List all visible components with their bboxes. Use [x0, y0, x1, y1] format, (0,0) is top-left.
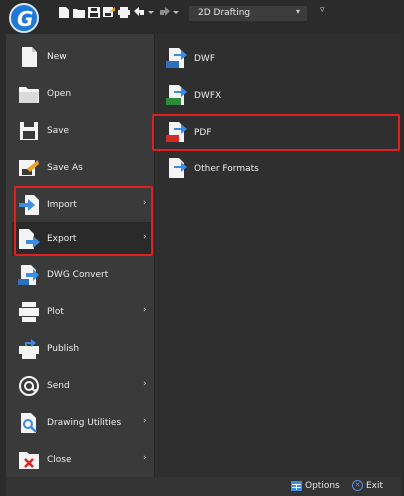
close-circle-icon: ✕ — [352, 480, 363, 491]
submenu-arrow-icon: › — [143, 305, 147, 315]
plot-icon — [18, 301, 40, 323]
submenu-arrow-icon: › — [143, 232, 147, 242]
redo-dropdown-icon[interactable] — [172, 7, 180, 18]
submenu-item-label: PDF — [194, 128, 212, 138]
other-formats-icon — [166, 157, 188, 179]
application-menu: New Open Save Save As Import › Export › … — [6, 34, 401, 477]
submenu-item-pdf[interactable]: PDF — [161, 116, 401, 149]
customize-toolbar-icon[interactable]: ▿ — [320, 5, 325, 15]
menu-item-label: Plot — [47, 307, 64, 317]
new-file-icon — [18, 46, 40, 68]
drawing-utilities-icon — [18, 412, 40, 434]
menu-item-label: Save As — [47, 163, 83, 173]
save-as-icon[interactable] — [103, 7, 115, 18]
menu-item-label: Export — [47, 234, 77, 244]
app-logo-icon[interactable]: G — [9, 3, 39, 33]
menu-item-new[interactable]: New — [12, 40, 152, 74]
redo-icon[interactable] — [158, 7, 170, 18]
menu-item-export[interactable]: Export › — [12, 222, 152, 256]
submenu-item-label: Other Formats — [194, 164, 259, 174]
submenu-item-label: DWF — [194, 54, 216, 64]
submenu-item-dwfx[interactable]: DWFX — [161, 79, 401, 112]
menu-item-label: Save — [47, 126, 70, 136]
options-icon — [291, 481, 302, 491]
export-submenu: DWF DWFX PDF Other Formats — [154, 34, 401, 477]
import-icon — [18, 194, 40, 216]
pdf-icon — [166, 121, 188, 143]
submenu-arrow-icon: › — [143, 416, 147, 426]
submenu-arrow-icon: › — [143, 198, 147, 208]
save-as-icon — [18, 157, 40, 179]
menu-item-label: Drawing Utilities — [47, 418, 122, 428]
options-label: Options — [305, 481, 340, 491]
menu-item-label: Import — [47, 200, 77, 210]
menu-item-import[interactable]: Import › — [12, 188, 152, 222]
menu-item-label: Close — [47, 455, 72, 465]
menu-item-send[interactable]: Send › — [12, 369, 152, 403]
publish-icon — [18, 338, 40, 360]
dwfx-icon — [166, 84, 188, 106]
menu-item-dwg-convert[interactable]: DWG Convert — [12, 258, 152, 292]
save-icon[interactable] — [88, 7, 100, 18]
send-icon — [18, 375, 40, 397]
menu-footer: Options ✕ Exit — [6, 477, 401, 496]
save-icon — [18, 120, 40, 142]
undo-icon[interactable] — [134, 7, 146, 18]
submenu-item-other-formats[interactable]: Other Formats — [161, 152, 401, 185]
submenu-item-dwf[interactable]: DWF — [161, 42, 401, 75]
close-file-icon — [18, 449, 40, 471]
menu-item-label: DWG Convert — [47, 270, 109, 280]
menu-item-open[interactable]: Open — [12, 77, 152, 111]
submenu-arrow-icon: › — [143, 379, 147, 389]
export-icon — [18, 228, 40, 250]
menu-item-label: Send — [47, 381, 70, 391]
open-folder-icon — [18, 83, 40, 105]
menu-item-label: New — [47, 52, 67, 62]
menu-item-publish[interactable]: Publish — [12, 332, 152, 366]
menu-item-label: Open — [47, 89, 72, 99]
undo-dropdown-icon[interactable] — [147, 7, 155, 18]
menu-item-drawing-utilities[interactable]: Drawing Utilities › — [12, 406, 152, 440]
quick-access-toolbar: G 2D Drafting ▾ ▿ — [0, 0, 404, 34]
submenu-item-label: DWFX — [194, 91, 222, 101]
menu-item-save-as[interactable]: Save As — [12, 151, 152, 185]
open-icon[interactable] — [73, 7, 85, 18]
submenu-arrow-icon: › — [143, 453, 147, 463]
menu-item-label: Publish — [47, 344, 80, 354]
new-icon[interactable] — [58, 7, 70, 18]
workspace-value: 2D Drafting — [198, 8, 251, 18]
exit-label: Exit — [366, 481, 384, 491]
workspace-dropdown[interactable]: 2D Drafting ▾ — [189, 6, 307, 21]
menu-left-column: New Open Save Save As Import › Export › … — [6, 34, 154, 477]
menu-item-save[interactable]: Save — [12, 114, 152, 148]
dwf-icon — [166, 47, 188, 69]
menu-item-close[interactable]: Close › — [12, 443, 152, 477]
plot-icon[interactable] — [118, 7, 130, 18]
chevron-down-icon: ▾ — [296, 7, 301, 16]
dwg-convert-icon — [18, 264, 40, 286]
menu-item-plot[interactable]: Plot › — [12, 295, 152, 329]
